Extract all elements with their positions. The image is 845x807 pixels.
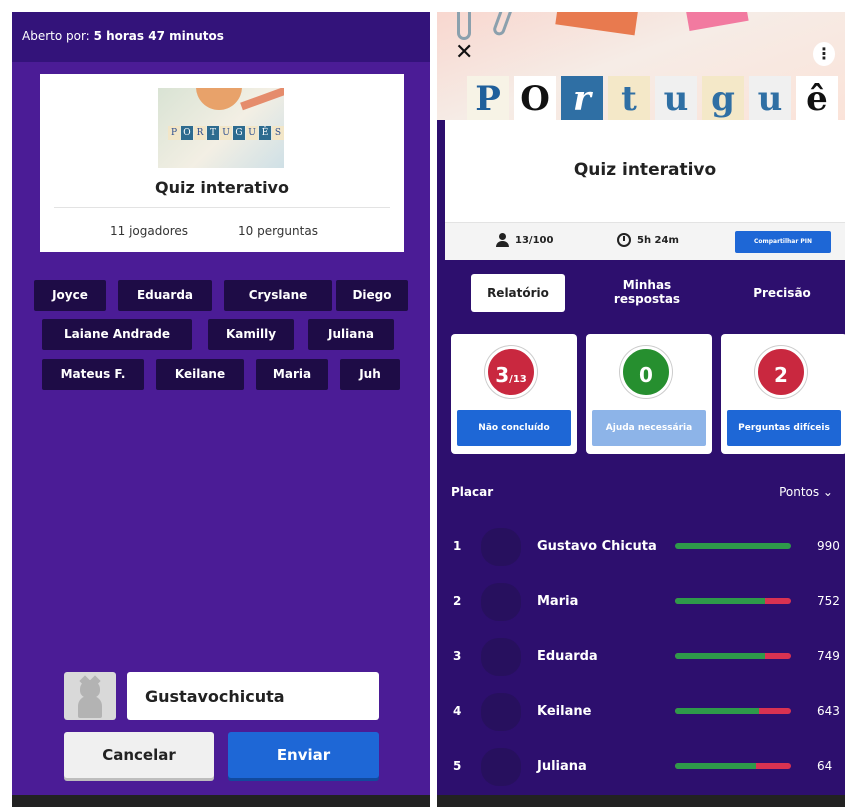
paperclip-decoration [491,12,515,38]
banner-decoration [685,12,749,32]
player-name: Maria [537,594,579,609]
thumb-decoration [196,88,242,110]
avatar [481,638,521,676]
players-stat: 13/100 [495,233,553,247]
person-icon [495,233,509,247]
quiz-card: Quiz interativo [445,120,845,222]
player-chip: Maria [256,359,328,390]
leaderboard-row[interactable]: 3 Eduarda 749 [437,632,845,682]
rank-number: 2 [453,594,462,608]
player-chip: Eduarda [118,280,212,311]
clock-icon [617,233,631,247]
accuracy-bar [675,763,791,769]
stat-card-difficult-questions[interactable]: 2 Perguntas difíceis [721,334,845,454]
divider [54,207,390,208]
accuracy-bar [675,543,791,549]
accuracy-bar [675,598,791,604]
open-time-prefix: Aberto por: [22,29,90,43]
rank-number: 3 [453,649,462,663]
player-name: Eduarda [537,649,598,664]
player-name: Juliana [537,759,587,774]
quiz-banner: POrtuguê ✕ ⋮ [437,12,845,120]
stat-card-not-completed[interactable]: 3/13 Não concluído [451,334,577,454]
quiz-thumbnail: PORTUGUÊS [158,88,284,168]
player-name: Gustavo Chicuta [537,539,657,554]
close-icon[interactable]: ✕ [455,42,473,64]
player-chip: Juliana [308,319,394,350]
player-chip: Keilane [156,359,244,390]
banner-decoration [555,12,639,36]
stat-circle: 0 [620,346,672,398]
time-stat: 5h 24m [617,233,679,247]
thumb-decoration [240,88,284,111]
open-time-bar: Aberto por: 5 horas 47 minutos [12,12,430,62]
accuracy-bar-fill [675,598,766,604]
accuracy-bar [675,653,791,659]
leaderboard-row[interactable]: 4 Keilane 643 [437,687,845,737]
leaderboard-row[interactable]: 1 Gustavo Chicuta 990 [437,522,845,572]
question-count: 10 perguntas [238,224,318,238]
share-pin-button[interactable]: Compartilhar PIN [735,231,831,253]
player-chip: Cryslane [224,280,332,311]
player-points: 752 [817,594,840,608]
accuracy-bar-fill [675,543,791,549]
player-chip: Laiane Andrade [42,319,192,350]
tab-accuracy[interactable]: Precisão [737,286,827,300]
accuracy-bar-fill [675,708,759,714]
stat-circle: 2 [755,346,807,398]
sort-dropdown[interactable]: Pontos ⌄ [779,485,833,499]
system-navbar [437,795,845,807]
tab-report[interactable]: Relatório [471,274,565,312]
join-panel: Aberto por: 5 horas 47 minutos PORTUGUÊS… [12,12,430,807]
rank-number: 1 [453,539,462,553]
leaderboard-row[interactable]: 2 Maria 752 [437,577,845,627]
avatar [481,528,521,566]
avatar [481,748,521,786]
player-points: 64 [817,759,833,773]
send-button[interactable]: Enviar [228,732,379,778]
stat-card-help-needed[interactable]: 0 Ajuda necessária [586,334,712,454]
avatar [481,693,521,731]
accuracy-bar-fill [675,763,757,769]
player-count: 11 jogadores [110,224,188,238]
accuracy-bar-fill [675,653,766,659]
quiz-stats-bar: 13/100 5h 24m Compartilhar PIN [445,222,845,260]
player-chip: Juh [340,359,400,390]
avatar-icon [78,696,102,718]
open-time-value: 5 horas 47 minutos [93,29,224,43]
tab-my-answers[interactable]: Minhas respostas [607,278,687,306]
quiz-title: Quiz interativo [155,178,289,197]
leaderboard-row[interactable]: 5 Juliana 64 [437,742,845,792]
accuracy-bar [675,708,791,714]
player-chip: Diego [336,280,408,311]
quiz-title: Quiz interativo [573,160,717,180]
thumb-letters: PORTUGUÊS [168,126,284,140]
stat-label: Perguntas difíceis [727,410,841,446]
player-points: 643 [817,704,840,718]
report-panel: POrtuguê ✕ ⋮ Quiz interativo 13/100 5h 2… [437,12,845,807]
avatar-picker[interactable] [64,672,116,720]
rank-number: 5 [453,759,462,773]
player-points: 749 [817,649,840,663]
cancel-button[interactable]: Cancelar [64,732,214,778]
stat-label: Ajuda necessária [592,410,706,446]
player-chip: Mateus F. [42,359,144,390]
leaderboard-title: Placar [451,485,494,499]
paperclip-decoration [457,12,471,40]
more-options-icon[interactable]: ⋮ [813,42,835,66]
stat-label: Não concluído [457,410,571,446]
avatar [481,583,521,621]
banner-title-letters: POrtuguê [467,76,838,120]
stat-circle: 3/13 [485,346,537,398]
quiz-card: PORTUGUÊS Quiz interativo 11 jogadores 1… [40,74,404,252]
player-chip: Joyce [34,280,106,311]
player-name: Keilane [537,704,592,719]
nickname-input[interactable] [127,672,379,720]
rank-number: 4 [453,704,462,718]
system-navbar [12,795,430,807]
player-chip: Kamilly [208,319,294,350]
player-points: 990 [817,539,840,553]
